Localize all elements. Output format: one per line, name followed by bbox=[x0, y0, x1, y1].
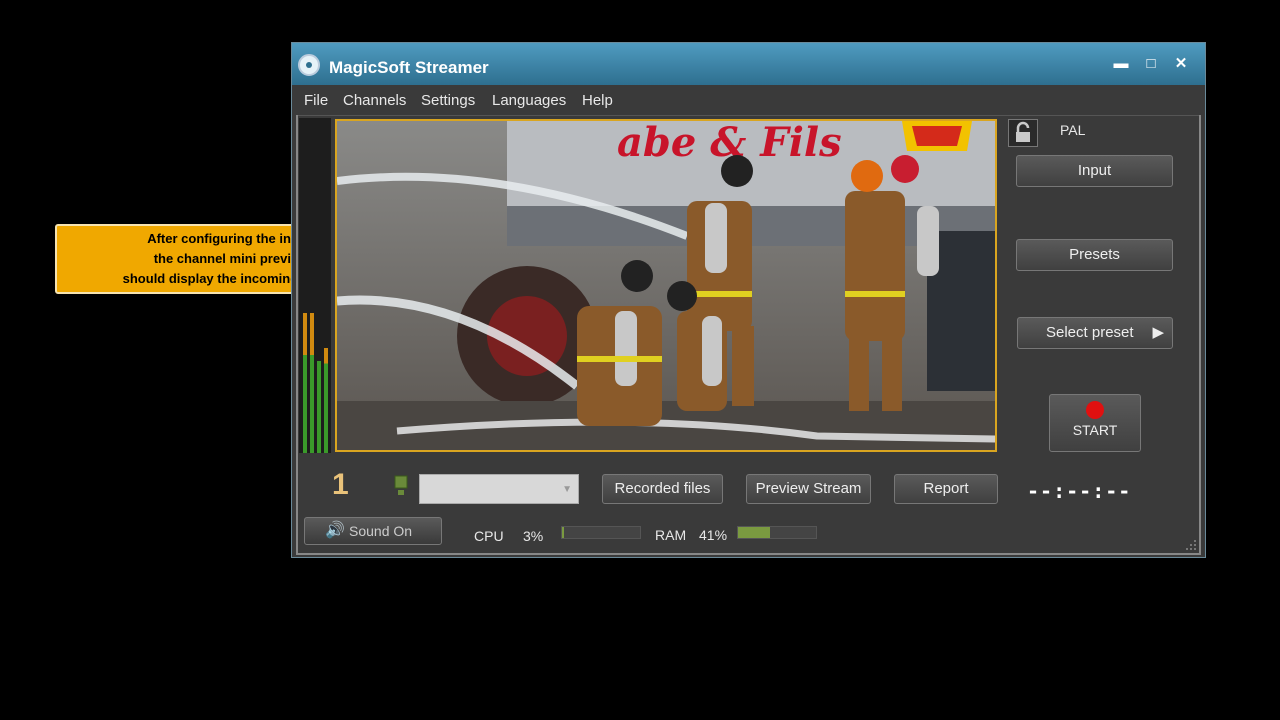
sound-toggle-button[interactable]: 🔊 Sound On bbox=[304, 517, 442, 545]
start-label: START bbox=[1072, 422, 1118, 438]
audio-level-meters bbox=[299, 118, 331, 453]
audio-meter-bar bbox=[324, 348, 328, 453]
ram-value: 41% bbox=[699, 527, 728, 543]
audio-meter-bar bbox=[303, 313, 307, 453]
report-button[interactable]: Report bbox=[894, 474, 998, 504]
app-window: MagicSoft Streamer ▬ □ ✕ File Channels S… bbox=[291, 42, 1206, 558]
select-preset-button[interactable]: Select preset ▶ bbox=[1017, 317, 1173, 349]
recorded-files-button[interactable]: Recorded files bbox=[602, 474, 723, 504]
preview-stream-button[interactable]: Preview Stream bbox=[746, 474, 871, 504]
minimize-button[interactable]: ▬ bbox=[1112, 55, 1130, 73]
menu-bar: File Channels Settings Languages Help bbox=[296, 87, 1201, 116]
channel-mini-preview[interactable]: abe & Fils bbox=[335, 119, 997, 452]
menu-file[interactable]: File bbox=[304, 92, 328, 109]
cpu-usage-bar bbox=[561, 526, 641, 539]
audio-meter-bar bbox=[317, 361, 321, 453]
input-button[interactable]: Input bbox=[1016, 155, 1173, 187]
cpu-usage-fill bbox=[562, 527, 565, 538]
cpu-label: CPU bbox=[474, 528, 504, 544]
app-logo-icon bbox=[298, 54, 320, 76]
channel-source-dropdown[interactable]: ▼ bbox=[419, 474, 579, 504]
video-standard-label: PAL bbox=[1060, 122, 1086, 138]
ram-usage-fill bbox=[738, 527, 770, 538]
status-bar: 🔊 Sound On CPU 3% RAM 41% bbox=[296, 512, 1201, 555]
presets-button[interactable]: Presets bbox=[1016, 239, 1173, 271]
menu-settings[interactable]: Settings bbox=[421, 92, 475, 109]
chevron-right-icon: ▶ bbox=[1152, 324, 1164, 341]
pc-icon bbox=[394, 475, 408, 497]
unlock-icon[interactable] bbox=[1008, 119, 1038, 147]
sound-label: Sound On bbox=[349, 523, 413, 539]
menu-channels[interactable]: Channels bbox=[343, 92, 406, 109]
speaker-icon: 🔊 bbox=[325, 522, 345, 539]
maximize-button[interactable]: □ bbox=[1142, 55, 1160, 73]
select-preset-label: Select preset bbox=[1046, 324, 1134, 341]
stream-timecode: --:--:-- bbox=[1027, 479, 1132, 503]
window-title: MagicSoft Streamer bbox=[329, 58, 489, 77]
chevron-down-icon: ▼ bbox=[562, 484, 572, 495]
video-frame-image: abe & Fils bbox=[337, 121, 995, 450]
title-bar[interactable]: MagicSoft Streamer ▬ □ ✕ bbox=[292, 43, 1205, 85]
start-button[interactable]: START bbox=[1049, 394, 1141, 452]
record-icon bbox=[1086, 401, 1104, 419]
channel-number: 1 bbox=[332, 468, 349, 501]
close-button[interactable]: ✕ bbox=[1172, 55, 1190, 73]
audio-meter-bar bbox=[310, 313, 314, 453]
cpu-value: 3% bbox=[523, 528, 544, 544]
resize-grip-icon[interactable] bbox=[1185, 539, 1197, 551]
menu-help[interactable]: Help bbox=[582, 92, 613, 109]
ram-usage-bar bbox=[737, 526, 817, 539]
menu-languages[interactable]: Languages bbox=[492, 92, 566, 109]
ram-label: RAM bbox=[655, 527, 687, 543]
